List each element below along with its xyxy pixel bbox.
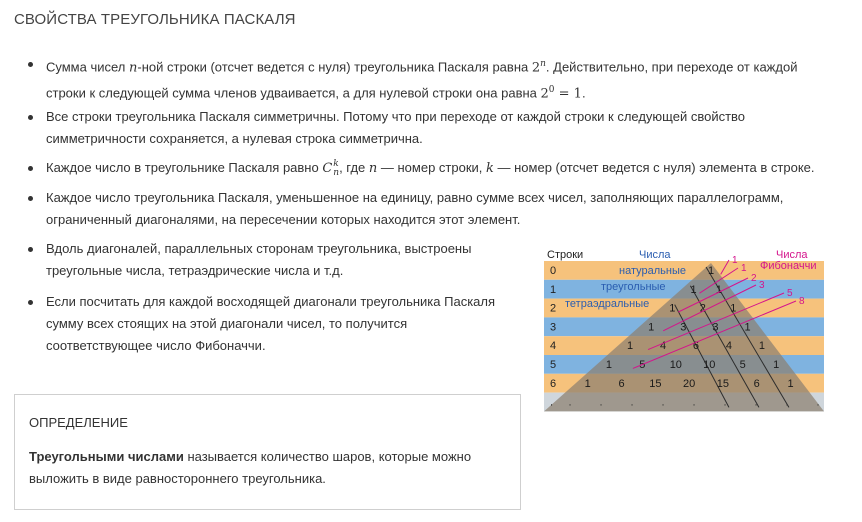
p4-line-1: Каждое число треугольника Паскаля, умень… bbox=[46, 190, 784, 205]
row-number: 3 bbox=[550, 321, 556, 333]
definition-body: Треугольными числами называется количест… bbox=[29, 446, 499, 490]
triangle-number: 1 bbox=[759, 340, 765, 352]
ellipsis-dot: . bbox=[723, 397, 726, 409]
p5-line-2: треугольные числа, тетраэдрические числа… bbox=[46, 263, 344, 278]
triangle-number: 15 bbox=[717, 378, 729, 390]
triangle-number: 6 bbox=[618, 378, 624, 390]
triangle-number: 1 bbox=[648, 321, 654, 333]
p1-pow-base: 2 bbox=[531, 60, 541, 76]
p2-line-2: симметричности сохраняется, а нулевая ст… bbox=[46, 131, 423, 146]
p1-text-d: строки к следующей сумма членов удваивае… bbox=[46, 85, 541, 101]
fibonacci-number: 2 bbox=[751, 273, 757, 284]
ellipsis-dot: . bbox=[692, 397, 695, 409]
label-numbers: Числа bbox=[639, 249, 671, 261]
triangle-number: 1 bbox=[606, 359, 612, 371]
p1-text-b: -ной строки (отсчет ведется с нуля) треу… bbox=[137, 59, 532, 75]
label-natural: натуральные bbox=[619, 265, 686, 277]
definition-text-1: называется количество шаров, которые мож… bbox=[183, 449, 472, 464]
triangle-number: 3 bbox=[680, 321, 686, 333]
p3-text-b: , где bbox=[339, 160, 369, 175]
ellipsis-dot: . bbox=[661, 397, 664, 409]
property-item-diagonals: Вдоль диагоналей, параллельных сторонам … bbox=[28, 238, 528, 282]
triangle-number: 5 bbox=[740, 359, 746, 371]
triangle-number: 1 bbox=[627, 340, 633, 352]
ellipsis-dot: . bbox=[754, 397, 757, 409]
fibonacci-number: 1 bbox=[741, 263, 747, 274]
pascal-triangle-figure: 0123456. 1111211331146411510105116152015… bbox=[544, 249, 824, 412]
triangle-number: 6 bbox=[754, 378, 760, 390]
p3-var-c: C bbox=[322, 161, 333, 176]
p6-line-1: Если посчитать для каждой восходящей диа… bbox=[46, 294, 496, 309]
definition-box: ОПРЕДЕЛЕНИЕ Треугольными числами называе… bbox=[14, 394, 521, 510]
row-number: . bbox=[550, 397, 553, 409]
p5-line-1: Вдоль диагоналей, параллельных сторонам … bbox=[46, 241, 472, 256]
ellipsis-dot: . bbox=[785, 397, 788, 409]
ellipsis-dot: . bbox=[599, 397, 602, 409]
p1-text-c: . Действительно, при переходе от каждой bbox=[545, 59, 798, 75]
row-number: 6 bbox=[550, 378, 556, 390]
ellipsis-dot: . bbox=[630, 397, 633, 409]
row-number: 4 bbox=[550, 340, 556, 352]
triangle-number: 10 bbox=[670, 359, 682, 371]
p1-text-e: . bbox=[581, 85, 586, 101]
triangle-number: 1 bbox=[690, 284, 696, 296]
fibonacci-number: 5 bbox=[787, 288, 793, 299]
label-rows: Строки bbox=[547, 249, 583, 261]
p3-text-d: — номер (отсчет ведется с нуля) элемента… bbox=[493, 160, 815, 175]
p3-var-k: k bbox=[486, 161, 494, 176]
triangle-number: 20 bbox=[683, 378, 695, 390]
triangle-number: 1 bbox=[787, 378, 793, 390]
triangle-number: 10 bbox=[703, 359, 715, 371]
p3-var-n: n bbox=[368, 161, 378, 176]
property-item-symmetry: Все строки треугольника Паскаля симметри… bbox=[28, 106, 828, 150]
ellipsis-dot: . bbox=[816, 397, 819, 409]
definition-term: Треугольными числами bbox=[29, 449, 184, 464]
row-number: 1 bbox=[550, 284, 556, 296]
p1-text-a: Сумма чисел bbox=[46, 59, 129, 75]
row-number: 0 bbox=[550, 265, 556, 277]
p6-line-2: сумму всех стоящих на этой диагонали чис… bbox=[46, 316, 408, 331]
property-item-fibonacci: Если посчитать для каждой восходящей диа… bbox=[28, 291, 528, 357]
fibonacci-number: 3 bbox=[759, 280, 765, 291]
label-tetrahedral: тетраэдральные bbox=[565, 298, 649, 310]
property-item-sum: Сумма чисел n-ной строки (отсчет ведется… bbox=[28, 53, 828, 106]
ellipsis-dot: . bbox=[568, 397, 571, 409]
triangle-number: 1 bbox=[745, 321, 751, 333]
property-item-binomial: Каждое число в треугольнике Паскаля равн… bbox=[28, 157, 838, 180]
triangle-number: 1 bbox=[669, 303, 675, 315]
definition-text-2: выложить в виде равностороннего треуголь… bbox=[29, 471, 326, 486]
triangle-number: 15 bbox=[649, 378, 661, 390]
p3-text-c: — номер строки, bbox=[377, 160, 486, 175]
triangle-number: 1 bbox=[773, 359, 779, 371]
property-item-parallelogram: Каждое число треугольника Паскаля, умень… bbox=[28, 187, 828, 231]
p4-line-2: ограниченный диагоналями, на пересечении… bbox=[46, 212, 521, 227]
row-number: 2 bbox=[550, 303, 556, 315]
triangle-number: 3 bbox=[712, 321, 718, 333]
page-title: СВОЙСТВА ТРЕУГОЛЬНИКА ПАСКАЛЯ bbox=[14, 11, 296, 28]
p3-text-a: Каждое число в треугольнике Паскаля равн… bbox=[46, 160, 323, 175]
definition-heading: ОПРЕДЕЛЕНИЕ bbox=[29, 415, 128, 430]
label-fibonacci-2: Фибоначчи bbox=[760, 260, 816, 272]
fibonacci-number: 1 bbox=[732, 255, 738, 266]
triangle-number: 1 bbox=[716, 284, 722, 296]
p1-eq-result: = 1 bbox=[554, 86, 582, 102]
p1-eq-base: 2 bbox=[540, 86, 549, 102]
triangle-number: 1 bbox=[708, 265, 714, 277]
triangle-number: 4 bbox=[726, 340, 732, 352]
p2-line-1: Все строки треугольника Паскаля симметри… bbox=[46, 109, 746, 124]
label-triangular: треугольные bbox=[601, 281, 666, 293]
triangle-number: 1 bbox=[585, 378, 591, 390]
row-number: 5 bbox=[550, 359, 556, 371]
p6-line-3: соответствующее число Фибоначчи. bbox=[46, 338, 266, 353]
fibonacci-number: 8 bbox=[799, 296, 805, 307]
